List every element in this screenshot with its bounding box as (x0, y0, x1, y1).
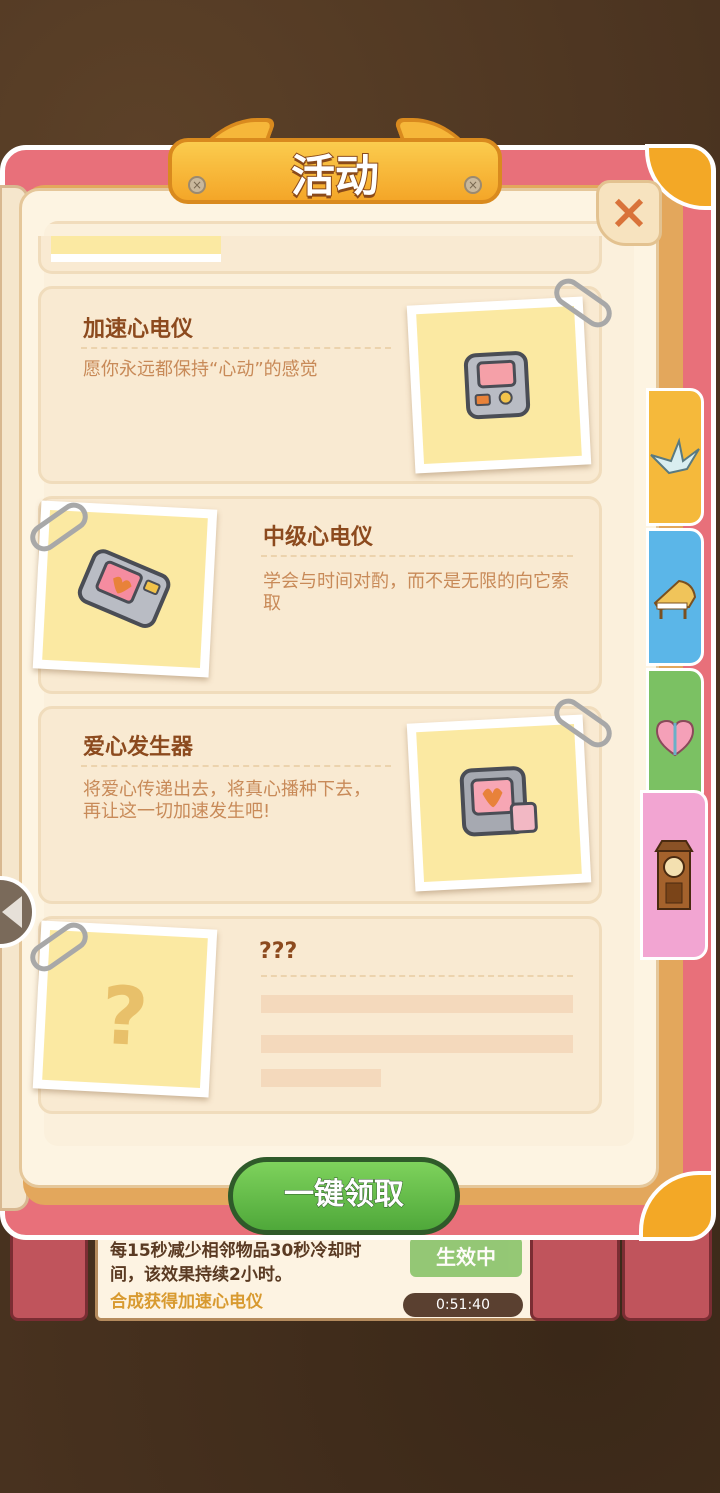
card-title: ??? (259, 939, 298, 964)
item-card[interactable]: 中级心电仪 学会与时间对酌，而不是无限的向它索取 (24, 496, 602, 694)
tab-heart-box[interactable] (646, 668, 704, 806)
title-banner: 活动 × × (168, 118, 502, 206)
background-info-sub: 合成获得加速心电仪 (110, 1292, 263, 1312)
item-photo (406, 714, 592, 892)
heart-box-icon (655, 719, 695, 757)
card-divider (261, 975, 573, 977)
previous-card (38, 236, 602, 274)
tab-grandfather-clock[interactable] (640, 790, 708, 960)
locked-item-card[interactable]: ? ??? (24, 916, 602, 1114)
heart-generator-icon (459, 766, 538, 837)
placeholder-line (261, 1035, 573, 1053)
card-divider (81, 347, 391, 349)
card-title: 爱心发生器 (83, 735, 194, 760)
item-photo (406, 296, 592, 474)
card-description: 愿你永远都保持“心动”的感觉 (83, 359, 318, 380)
placeholder-line (261, 995, 573, 1013)
piano-icon (653, 579, 697, 619)
active-status-badge: 生效中 (410, 1237, 522, 1277)
card-description: 将爱心传递出去，将真心播种下去，再让这一切加速发生吧! (83, 779, 371, 822)
card-title: 中级心电仪 (263, 525, 374, 550)
ecg-machine-icon (77, 549, 171, 628)
claim-all-button[interactable]: 一键领取 (228, 1157, 460, 1235)
screw-icon: × (188, 176, 206, 194)
question-mark-icon: ? (99, 968, 151, 1065)
card-divider (81, 765, 391, 767)
screw-icon: × (464, 176, 482, 194)
ecg-machine-icon (463, 351, 531, 420)
page-title: 活动 (290, 150, 380, 203)
tab-piano[interactable] (646, 528, 704, 666)
item-card[interactable]: 加速心电仪 愿你永远都保持“心动”的感觉 (38, 273, 618, 484)
tab-paper-crane[interactable] (646, 388, 704, 526)
item-card[interactable]: 爱心发生器 将爱心传递出去，将真心播种下去，再让这一切加速发生吧! (38, 693, 618, 904)
placeholder-line (261, 1069, 381, 1087)
paper-crane-icon (650, 437, 700, 475)
card-title: 加速心电仪 (83, 317, 194, 342)
boost-timer: 0:51:40 (403, 1293, 523, 1317)
card-divider (261, 555, 573, 557)
grandfather-clock-icon (654, 840, 694, 910)
close-button[interactable]: × (596, 180, 662, 246)
close-icon: × (608, 184, 650, 240)
background-info-text: 每15秒减少相邻物品30秒冷却时间，该效果持续2小时。 (110, 1241, 362, 1285)
previous-photo (51, 236, 221, 262)
card-description: 学会与时间对酌，而不是无限的向它索取 (263, 571, 569, 614)
page-rule (44, 221, 634, 224)
